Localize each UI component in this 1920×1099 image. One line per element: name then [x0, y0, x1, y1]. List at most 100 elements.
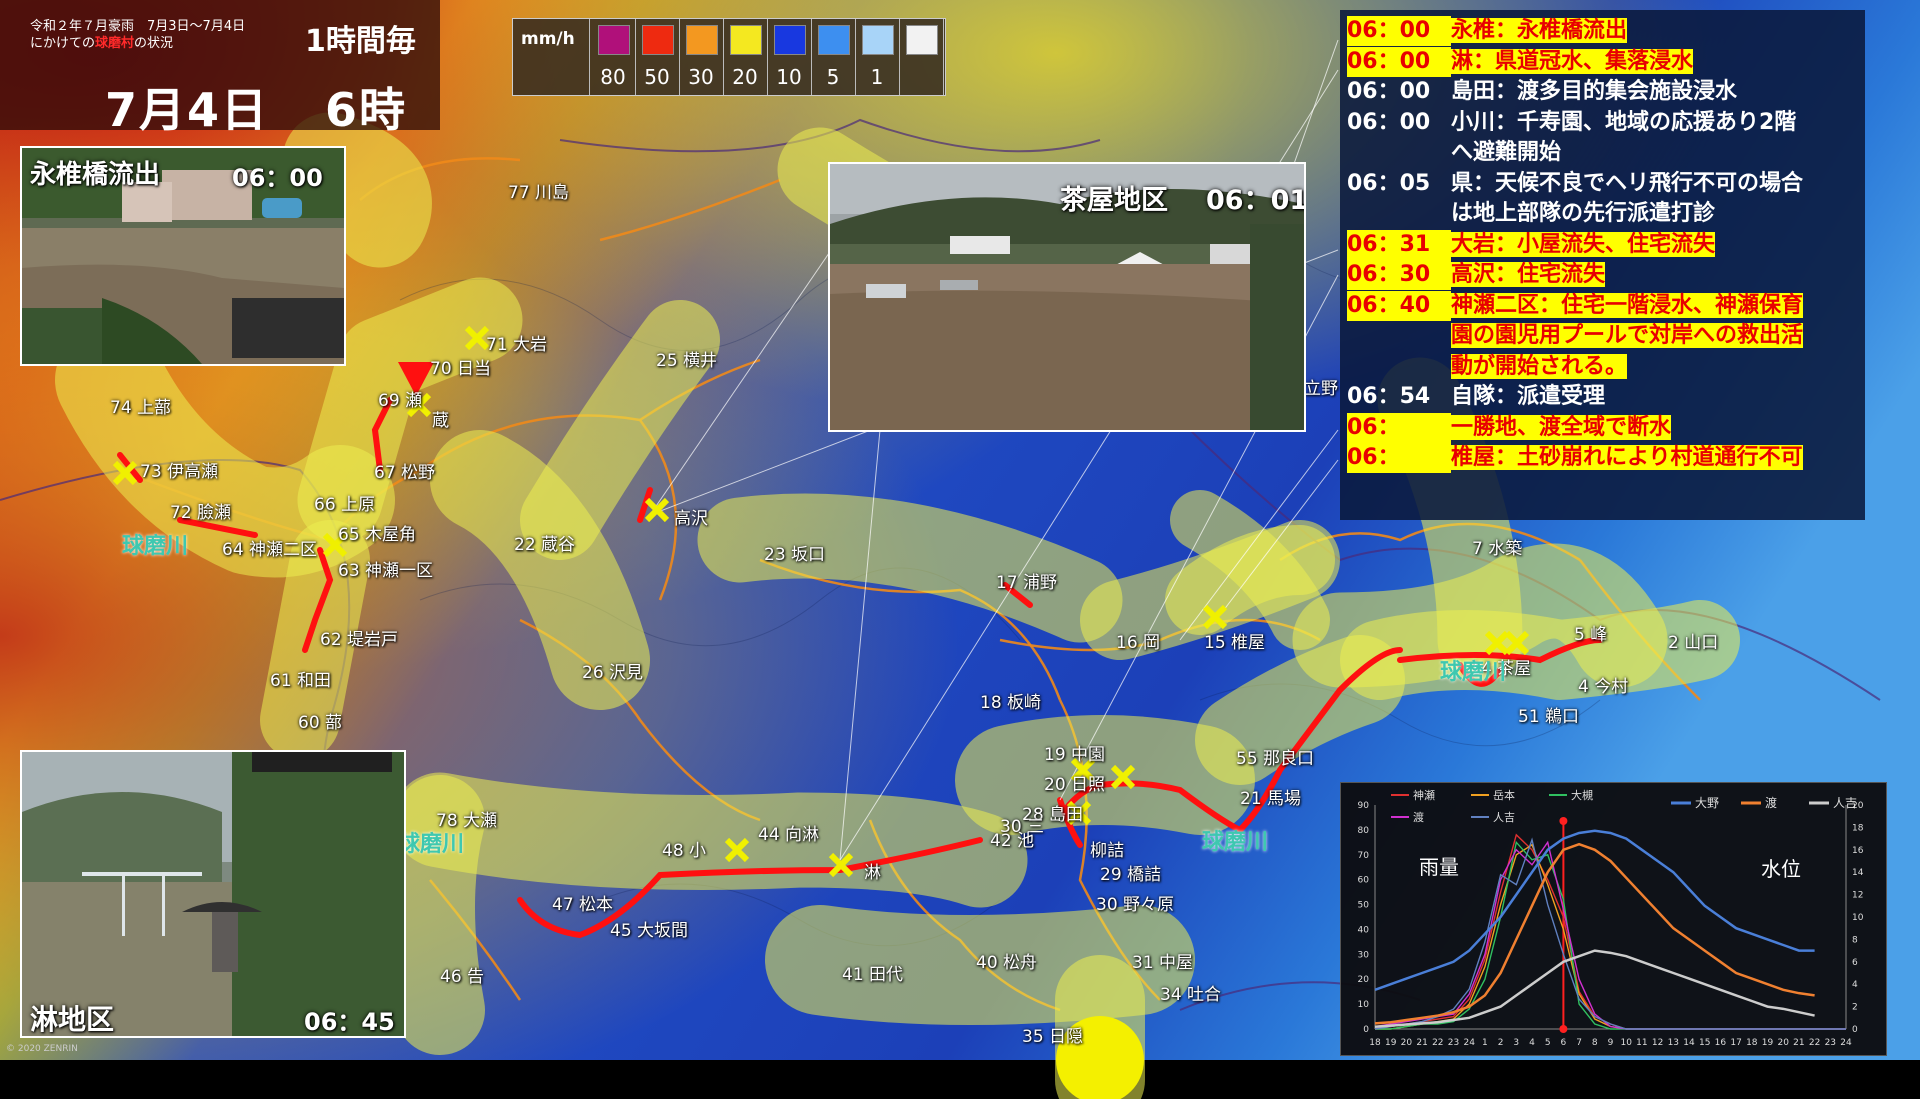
river-label: 球磨川	[1440, 660, 1507, 685]
x-tick-label: 12	[1652, 1038, 1663, 1048]
legend-value: 5	[826, 65, 840, 89]
timeline-text: 小川：千寿園、地域の応援あり2階	[1451, 109, 1797, 135]
x-tick-label: 22	[1432, 1038, 1443, 1048]
x-tick-label: 19	[1762, 1038, 1774, 1048]
timeline-text: 島田：渡多目的集会施設浸水	[1451, 79, 1738, 104]
timeline-text: 高沢：住宅流失	[1451, 262, 1606, 287]
place-label: 65 木屋角	[338, 525, 417, 545]
place-label: 63 神瀬一区	[338, 561, 434, 581]
x-tick-label: 18	[1746, 1038, 1758, 1048]
legend-swatch	[818, 25, 850, 55]
place-label: 15 椎屋	[1204, 633, 1266, 653]
x-tick-label: 9	[1608, 1038, 1614, 1048]
timeline-entry: 06：00 淋：県道冠水、集落浸水	[1347, 46, 1694, 77]
current-time-top-dot	[1559, 817, 1568, 825]
x-tick-label: 3	[1513, 1038, 1519, 1048]
y-left-tick-label: 0	[1363, 1025, 1369, 1035]
place-label: 30 野々原	[1096, 895, 1175, 915]
place-label: 67 松野	[374, 463, 436, 483]
place-label: 立野	[1304, 379, 1338, 399]
legend-unit: mm/h	[521, 29, 575, 49]
timeline-entry: へ避難開始	[1451, 138, 1561, 168]
place-label: 22 蔵谷	[514, 535, 576, 555]
timeline-text: 園の園児用プールで対岸への救出活	[1451, 323, 1804, 348]
timeline-text: 淋：県道冠水、集落浸水	[1451, 48, 1694, 74]
place-label: 16 岡	[1116, 633, 1161, 653]
timeline-entry: 06：30 高沢：住宅流失	[1347, 260, 1606, 290]
place-label: 73 伊高瀬	[140, 462, 219, 482]
place-label: 60 蔀	[298, 713, 343, 733]
place-label: 46 告	[440, 967, 485, 987]
legend-value: 80	[600, 65, 626, 89]
x-tick-label: 22	[1809, 1038, 1820, 1048]
x-tick-label: 8	[1592, 1038, 1598, 1048]
place-label: 77 川島	[508, 183, 570, 203]
photo-title: 永椎橋流出	[30, 160, 161, 190]
y-right-tick-label: 10	[1852, 913, 1864, 923]
place-label: 17 浦野	[996, 573, 1058, 593]
rainfall-legend: mm/h 80 50 30 20 10 5 1	[512, 18, 946, 96]
y-right-tick-label: 12	[1852, 891, 1863, 901]
legend-value: 50	[644, 65, 670, 89]
y-right-tick-label: 4	[1852, 980, 1858, 990]
legend-swatch	[686, 25, 718, 55]
place-label: 62 堤岩戸	[320, 630, 399, 650]
timeline-entry: 06：40 神瀬二区：住宅一階浸水、神瀬保育	[1347, 290, 1804, 321]
map-stage: 74 上蔀 73 伊高瀬 72 臉瀬 64 神瀬二区 71 大岩 70 日当 6…	[0, 0, 1920, 1099]
timeline-entry: 06： 一勝地、渡全域で断水	[1347, 412, 1672, 443]
photo-title: 淋地区	[30, 1003, 115, 1036]
y-left-tick-label: 60	[1358, 876, 1370, 886]
place-label: 高沢	[674, 509, 708, 529]
place-label: 21 馬場	[1240, 789, 1302, 809]
chart-label-level: 水位	[1761, 857, 1801, 881]
timeline-text: 大岩：小屋流失、住宅流失	[1451, 231, 1716, 257]
y-right-tick-label: 18	[1852, 823, 1864, 833]
disaster-x-icon	[1504, 630, 1530, 656]
x-tick-label: 1	[1482, 1038, 1488, 1048]
current-date: 7月4日	[105, 83, 270, 137]
disaster-x-icon	[828, 852, 854, 878]
photo-sabi-district: 淋地区 06：45	[20, 750, 406, 1038]
place-label: 42 池	[990, 831, 1035, 851]
place-label: 51 鵜口	[1518, 707, 1580, 727]
place-label: 40 松舟	[976, 953, 1038, 973]
place-label: 4 今村	[1578, 677, 1629, 697]
timeline-entry: 06：31 大岩：小屋流失、住宅流失	[1347, 229, 1716, 260]
place-label: 55 那良口	[1236, 749, 1315, 769]
place-label: 41 田代	[842, 965, 904, 985]
rain-water-level-chart: 0 10 20 30 40 50 60 70 80 90 0 2 4 6 8 10 12 14 16 18 20 18 19…	[1340, 782, 1887, 1056]
x-tick-label: 20	[1777, 1038, 1789, 1048]
river-label: 球磨川	[1202, 830, 1269, 855]
photo-time: 06：45	[304, 1008, 395, 1036]
x-tick-label: 18	[1369, 1038, 1381, 1048]
photo-title: 茶屋地区	[1060, 185, 1168, 216]
place-label: 23 坂口	[764, 545, 826, 565]
photo-chaya-district: 茶屋地区 06：01	[828, 162, 1306, 432]
y-left-tick-label: 20	[1358, 975, 1370, 985]
legend-swatch	[862, 25, 894, 55]
place-label: 20 日照	[1044, 775, 1106, 795]
x-tick-label: 21	[1416, 1038, 1427, 1048]
place-label: 5 峰	[1574, 625, 1608, 645]
timeline-entry: 06：05 県：天候不良でヘリ飛行不可の場合	[1347, 169, 1803, 199]
timeline-text: へ避難開始	[1451, 140, 1562, 165]
x-tick-label: 21	[1793, 1038, 1804, 1048]
disaster-x-icon	[644, 497, 670, 523]
timeline-time: 06：00	[1347, 79, 1431, 104]
y-left-tick-label: 10	[1358, 1000, 1370, 1010]
timeline-time: 06：30	[1347, 260, 1451, 290]
timeline-text: は地上部隊の先行派遣打診	[1451, 201, 1716, 226]
event-timeline-panel: 06：00 永椎：永椎橋流出 06：00 淋：県道冠水、集落浸水 06：00 島田：渡多目…	[1340, 10, 1865, 520]
timeline-time: 06：	[1347, 412, 1451, 443]
place-label: 31 中屋	[1132, 953, 1194, 973]
header-subtitle: 令和２年７月豪雨 7月3日〜7月4日 にかけての球磨村の状況	[30, 18, 245, 52]
disaster-x-icon	[1202, 604, 1228, 630]
timeline-time: 06：54	[1347, 384, 1431, 409]
timeline-time: 06：05	[1347, 170, 1431, 196]
legend-swatch	[906, 25, 938, 55]
timeline-text: 椎屋：土砂崩れにより村道通行不可	[1451, 445, 1803, 470]
timeline-entry: 06：00 永椎：永椎橋流出	[1347, 16, 1628, 46]
photo-time: 06：01	[1206, 185, 1306, 216]
x-tick-label: 19	[1385, 1038, 1397, 1048]
y-left-tick-label: 70	[1358, 851, 1370, 861]
